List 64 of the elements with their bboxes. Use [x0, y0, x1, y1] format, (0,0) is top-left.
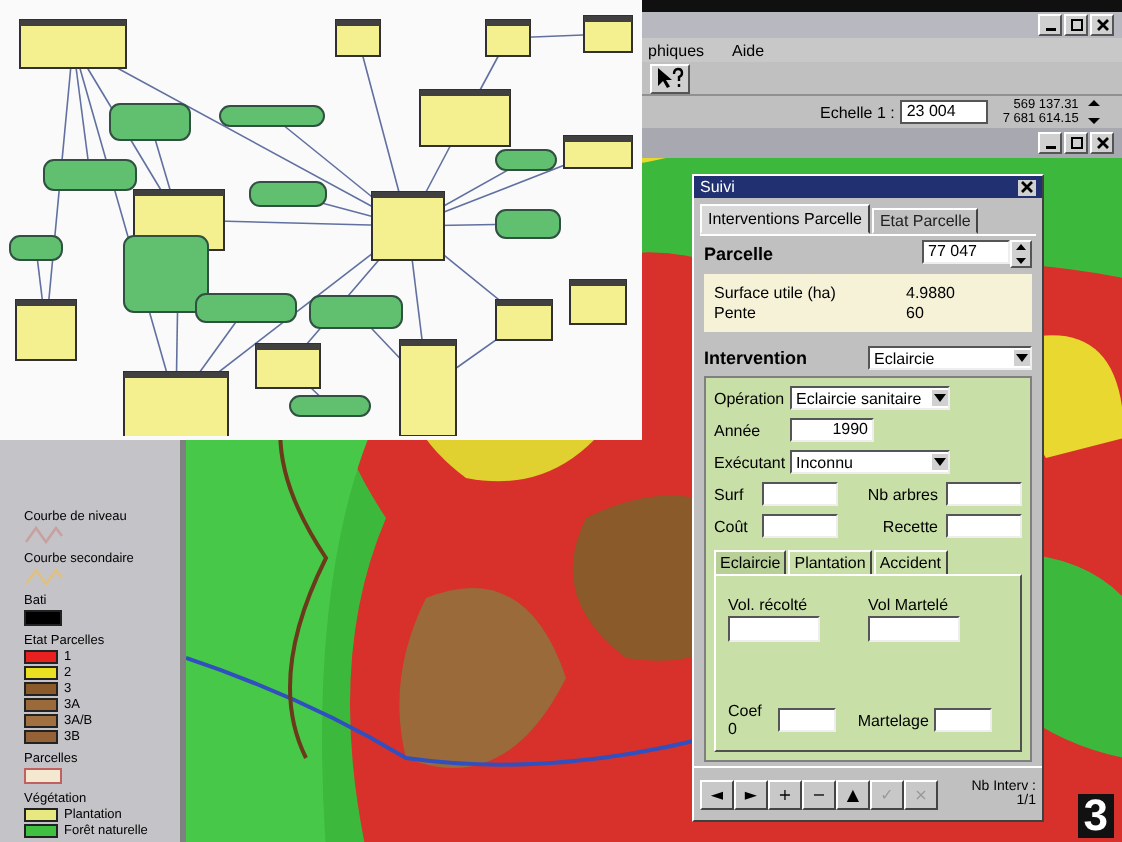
nav-button[interactable]: −: [802, 779, 836, 809]
input-field[interactable]: [728, 616, 820, 642]
figure-number: 3: [1077, 794, 1114, 838]
help-arrow-icon: [656, 66, 684, 90]
maximize-button[interactable]: [1064, 132, 1088, 154]
parcel-number-field[interactable]: 77 047: [922, 240, 1010, 264]
minimize-button[interactable]: [1038, 132, 1062, 154]
minimize-button[interactable]: [1038, 14, 1062, 36]
maximize-icon: [1069, 136, 1083, 150]
tab[interactable]: Plantation: [788, 550, 872, 576]
up-down-icon: [1014, 242, 1028, 266]
close-icon: [1020, 180, 1034, 194]
field-label: Coef 0: [728, 702, 764, 738]
scale-label: Echelle 1 :: [820, 103, 895, 121]
close-button[interactable]: [1018, 179, 1036, 195]
section-label: Parcelle: [704, 244, 774, 264]
year-field[interactable]: 1990: [790, 418, 874, 442]
input-field[interactable]: [762, 514, 838, 538]
scale-field[interactable]: 23 004: [900, 100, 989, 124]
input-field[interactable]: [868, 616, 960, 642]
field-label: Recette: [882, 517, 938, 535]
maximize-button[interactable]: [1064, 14, 1088, 36]
nav-button[interactable]: ▲: [836, 779, 870, 809]
input-field[interactable]: [946, 482, 1022, 506]
tab[interactable]: Interventions Parcelle: [700, 204, 870, 234]
field-label: Nb arbres: [867, 485, 938, 503]
dropdown-arrow-icon: [934, 458, 946, 466]
input-field[interactable]: [934, 708, 992, 732]
nav-button[interactable]: ◄: [700, 779, 734, 809]
dropdown-arrow-icon: [934, 394, 946, 402]
field-label: Martelage: [857, 711, 929, 729]
help-button[interactable]: [650, 63, 690, 93]
section-label: Intervention: [704, 348, 808, 368]
input-field[interactable]: [762, 482, 838, 506]
spin-button[interactable]: [1010, 240, 1032, 268]
dropdown[interactable]: Eclaircie sanitaire: [790, 386, 950, 410]
maximize-icon: [1069, 18, 1083, 32]
nav-button[interactable]: +: [768, 779, 802, 809]
arrows-icon: [1088, 100, 1101, 124]
dropdown-arrow-icon: [1016, 354, 1028, 362]
dropdown[interactable]: Inconnu: [790, 450, 950, 474]
input-field[interactable]: [946, 514, 1022, 538]
field-label: Coût: [714, 517, 750, 535]
close-icon: [1095, 18, 1109, 32]
field-label: Surf: [714, 485, 746, 503]
field-label: Année: [714, 421, 761, 439]
info-label: Surface utile (ha): [714, 284, 838, 302]
close-icon: [1095, 136, 1109, 150]
tab[interactable]: Etat Parcelle: [871, 208, 979, 234]
tab[interactable]: Eclaircie: [714, 550, 787, 576]
menu-item[interactable]: Aide: [732, 41, 765, 59]
dialog-title: Suivi: [700, 178, 735, 196]
tab[interactable]: Accident: [873, 550, 948, 576]
input-field[interactable]: [778, 708, 836, 732]
info-value: 60: [906, 304, 926, 322]
menu-item[interactable]: phiques: [648, 41, 705, 59]
nav-button[interactable]: ►: [734, 779, 768, 809]
field-label: Vol. récolté: [728, 596, 810, 614]
info-label: Pente: [714, 304, 758, 322]
info-value: 4.9880: [906, 284, 957, 302]
dropdown[interactable]: Eclaircie: [868, 346, 1032, 370]
field-label: Opération: [714, 389, 785, 407]
field-label: Vol Martelé: [868, 596, 951, 614]
field-label: Exécutant: [714, 453, 786, 471]
